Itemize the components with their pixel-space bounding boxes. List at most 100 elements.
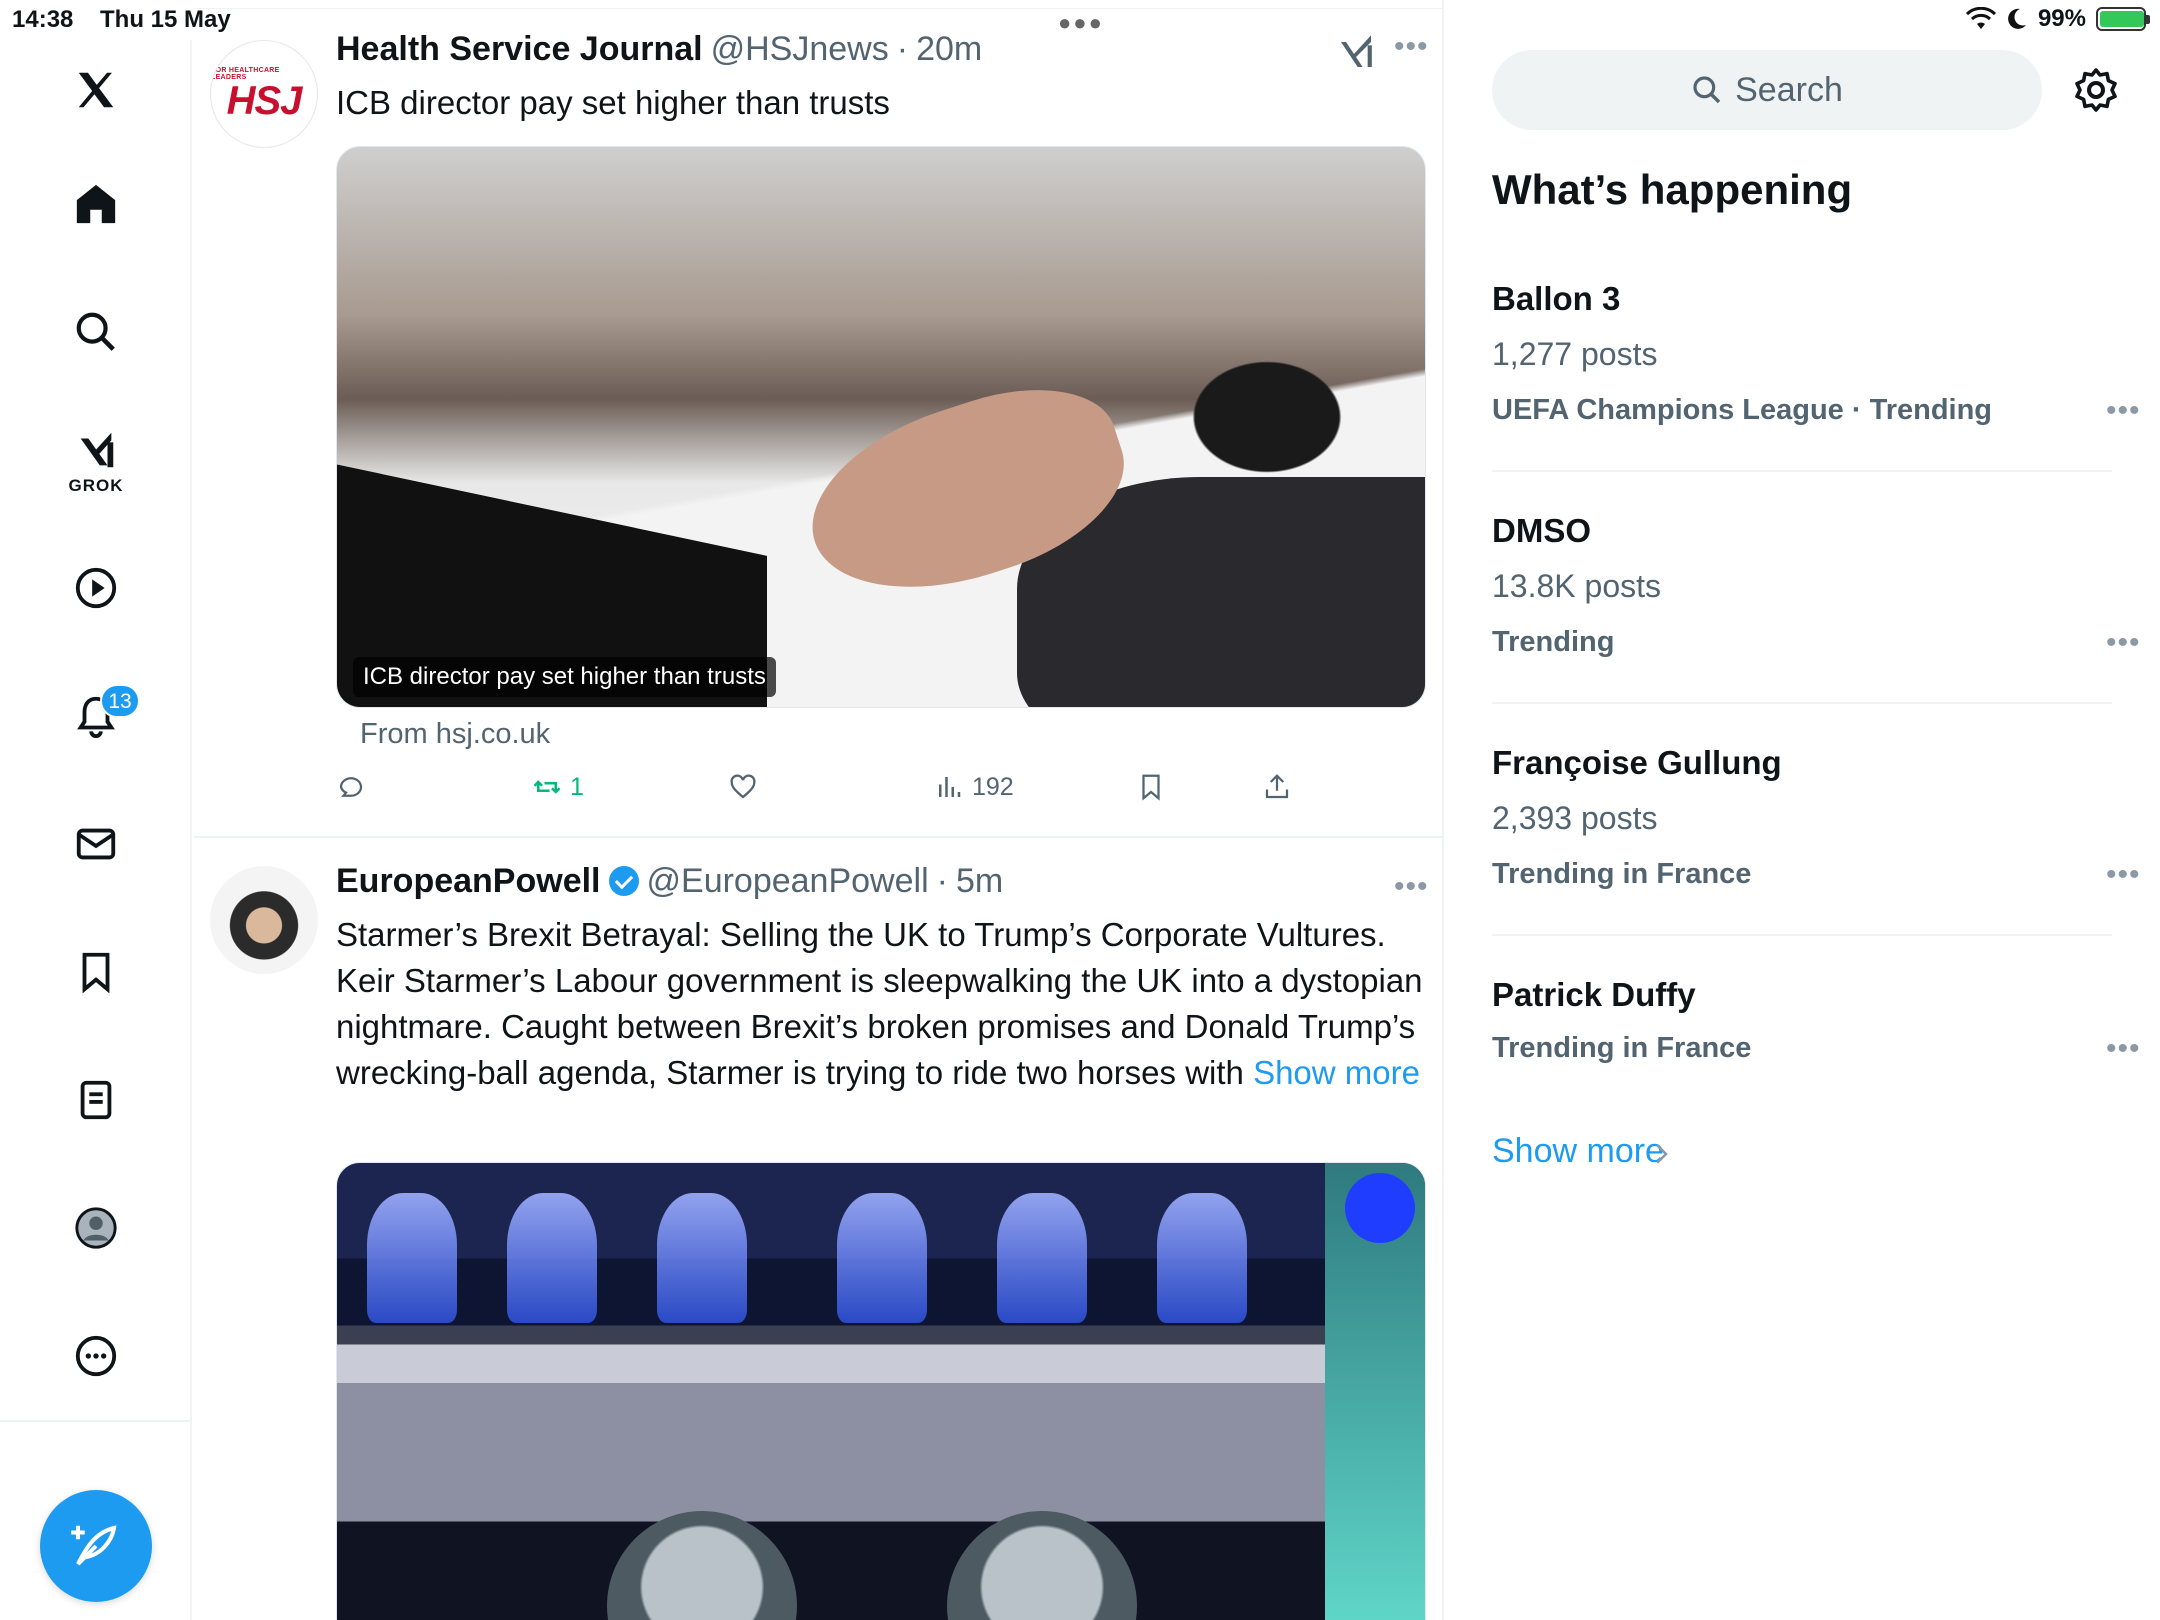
retweet-icon <box>533 780 561 794</box>
tweet-europeanpowell[interactable]: EuropeanPowell @EuropeanPowell · 5m ••• … <box>194 840 1442 1620</box>
notifications-badge: 13 <box>100 684 140 718</box>
separator-dot: · <box>896 30 909 68</box>
trend-divider <box>1492 702 2112 704</box>
trend-post-count: 2,393 posts <box>1492 800 1658 836</box>
compose-post-button[interactable] <box>40 1490 152 1602</box>
trend-more-icon[interactable]: ••• <box>2106 394 2141 428</box>
tweet-timestamp[interactable]: 20m <box>916 30 982 69</box>
settings-gear-icon[interactable] <box>2072 66 2120 114</box>
views-chart-icon <box>939 777 961 797</box>
tweet-divider <box>194 836 1442 838</box>
tweet-link-card-image[interactable]: ICB director pay set higher than trusts <box>336 146 1426 708</box>
author-handle[interactable]: @EuropeanPowell <box>647 862 929 901</box>
tweet-header: Health Service Journal @HSJnews · 20m <box>336 30 982 69</box>
share-icon <box>1265 774 1289 799</box>
trend-context: Trending in France <box>1492 858 1752 890</box>
tweet-more-icon[interactable]: ••• <box>1394 870 1429 904</box>
media-caption: ICB director pay set higher than trusts <box>353 657 776 697</box>
home-icon[interactable] <box>56 164 136 244</box>
tweet-more-icon[interactable]: ••• <box>1394 30 1429 64</box>
separator-dot: · <box>936 862 948 900</box>
status-time: 14:38 <box>12 6 74 33</box>
trend-item[interactable]: Ballon 3 1,277 posts UEFA Champions Leag… <box>1492 276 2140 446</box>
trend-post-count: 13.8K posts <box>1492 568 1661 604</box>
link-source[interactable]: From hsj.co.uk <box>360 718 550 751</box>
avatar[interactable] <box>210 866 318 974</box>
trend-divider <box>1492 934 2112 936</box>
grok-label: GROK <box>68 476 124 495</box>
avatar[interactable]: FOR HEALTHCARE LEADERS HSJ <box>210 40 318 148</box>
compose-feather-icon <box>71 1525 117 1566</box>
grok-explain-icon[interactable] <box>1336 32 1376 72</box>
trend-item[interactable]: Françoise Gullung 2,393 posts Trending i… <box>1492 740 2140 910</box>
bookmark-button[interactable] <box>1136 772 1166 802</box>
media-trophy-shape <box>657 1193 747 1323</box>
trend-name: Françoise Gullung <box>1492 744 1782 781</box>
left-nav: GROK 13 <box>0 40 192 1620</box>
trend-context: Trending in France <box>1492 1032 1752 1064</box>
media-trophy-shape <box>367 1193 457 1323</box>
show-more-link[interactable]: Show more <box>1253 1054 1420 1091</box>
media-people-shape <box>607 1501 1187 1620</box>
tweet-text: ICB director pay set higher than trusts <box>336 84 890 121</box>
tweet-image[interactable] <box>336 1162 1426 1620</box>
chevron-right-icon[interactable] <box>1646 1136 1676 1172</box>
heart-icon <box>730 774 756 799</box>
media-flag-shape <box>1325 1163 1425 1620</box>
views-button[interactable]: 192 <box>934 772 1014 802</box>
media-head-shape <box>947 1511 1137 1620</box>
trend-divider <box>1492 470 2112 472</box>
tweet-hsj[interactable]: FOR HEALTHCARE LEADERS HSJ Health Servic… <box>194 0 1442 838</box>
x-logo-icon[interactable] <box>56 50 136 130</box>
media-head-shape <box>607 1511 797 1620</box>
media-trophy-shape <box>507 1193 597 1323</box>
search-icon <box>1693 76 1721 104</box>
reply-icon <box>339 777 363 797</box>
trend-name: Ballon 3 <box>1492 280 1621 317</box>
reply-button[interactable] <box>336 772 366 802</box>
lists-icon[interactable] <box>56 1060 136 1140</box>
media-trophy-shape <box>997 1193 1087 1323</box>
bookmark-icon <box>1142 774 1160 801</box>
trend-name: Patrick Duffy <box>1492 976 1696 1013</box>
share-button[interactable] <box>1262 772 1292 802</box>
tweet-actions: 1 192 <box>336 772 1396 816</box>
trend-more-icon[interactable]: ••• <box>2106 858 2141 892</box>
video-icon[interactable] <box>56 548 136 628</box>
author-handle[interactable]: @HSJnews <box>711 30 889 69</box>
author-name[interactable]: Health Service Journal <box>336 30 703 69</box>
profile-icon[interactable] <box>56 1188 136 1268</box>
trend-context: UEFA Champions League · Trending <box>1492 394 1993 426</box>
media-flag-emblem <box>1345 1173 1415 1243</box>
tweet-timestamp[interactable]: 5m <box>956 862 1003 901</box>
trend-item[interactable]: Patrick Duffy Trending in France ••• <box>1492 972 2140 1092</box>
search-icon[interactable] <box>56 292 136 372</box>
bookmarks-icon[interactable] <box>56 932 136 1012</box>
media-trophy-shape <box>1157 1193 1247 1323</box>
tweet-header: EuropeanPowell @EuropeanPowell · 5m <box>336 862 1003 901</box>
trend-more-icon[interactable]: ••• <box>2106 1032 2141 1066</box>
messages-icon[interactable] <box>56 804 136 884</box>
author-name[interactable]: EuropeanPowell <box>336 862 601 901</box>
search-placeholder: Search <box>1735 70 1843 109</box>
show-more-trends-link[interactable]: Show more <box>1492 1132 1664 1171</box>
tweet-text: Starmer’s Brexit Betrayal: Selling the U… <box>336 912 1426 1096</box>
trend-more-icon[interactable]: ••• <box>2106 626 2141 660</box>
nav-divider <box>0 1420 192 1422</box>
verified-badge-icon <box>608 866 639 896</box>
retweet-button[interactable]: 1 <box>532 772 584 802</box>
search-input[interactable]: Search <box>1492 50 2042 130</box>
trend-context: Trending <box>1492 626 1615 658</box>
right-sidebar: Search What’s happening Ballon 3 1,277 p… <box>1446 0 2160 1620</box>
whats-happening-title: What’s happening <box>1492 166 1853 213</box>
like-button[interactable] <box>728 772 758 802</box>
avatar-logo-text: HSJ <box>226 79 303 123</box>
trend-post-count: 1,277 posts <box>1492 336 1658 372</box>
views-count: 192 <box>972 772 1014 801</box>
trend-item[interactable]: DMSO 13.8K posts Trending ••• <box>1492 508 2140 678</box>
more-icon[interactable] <box>56 1316 136 1396</box>
media-trophy-shape <box>837 1193 927 1323</box>
timeline-feed: FOR HEALTHCARE LEADERS HSJ Health Servic… <box>194 0 1444 1620</box>
retweet-count: 1 <box>570 772 584 801</box>
trend-name: DMSO <box>1492 512 1591 549</box>
